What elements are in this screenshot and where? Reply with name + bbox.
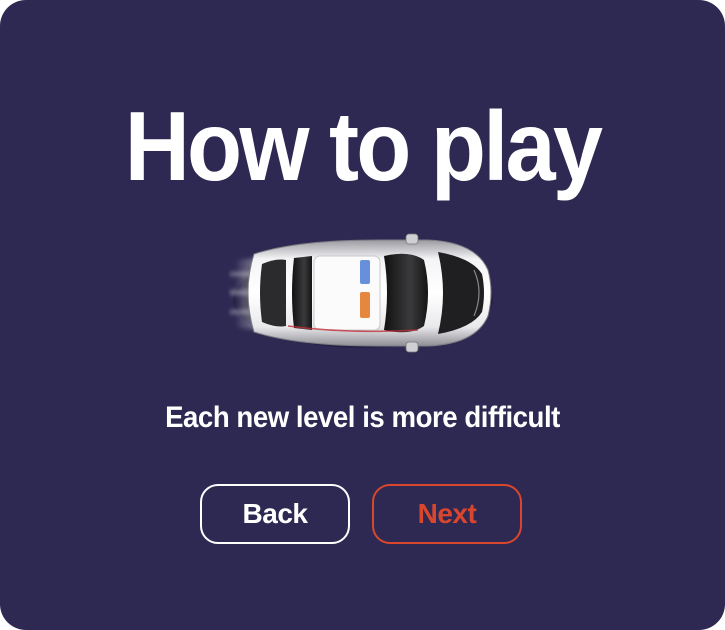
police-car-icon — [228, 230, 498, 355]
how-to-play-dialog: How to play Each new level is more diffi… — [0, 0, 725, 630]
next-button[interactable]: Next — [372, 484, 522, 544]
level-difficulty-hint: Each new level is more difficult — [165, 401, 560, 434]
dialog-title: How to play — [124, 91, 603, 201]
back-button[interactable]: Back — [200, 484, 350, 544]
